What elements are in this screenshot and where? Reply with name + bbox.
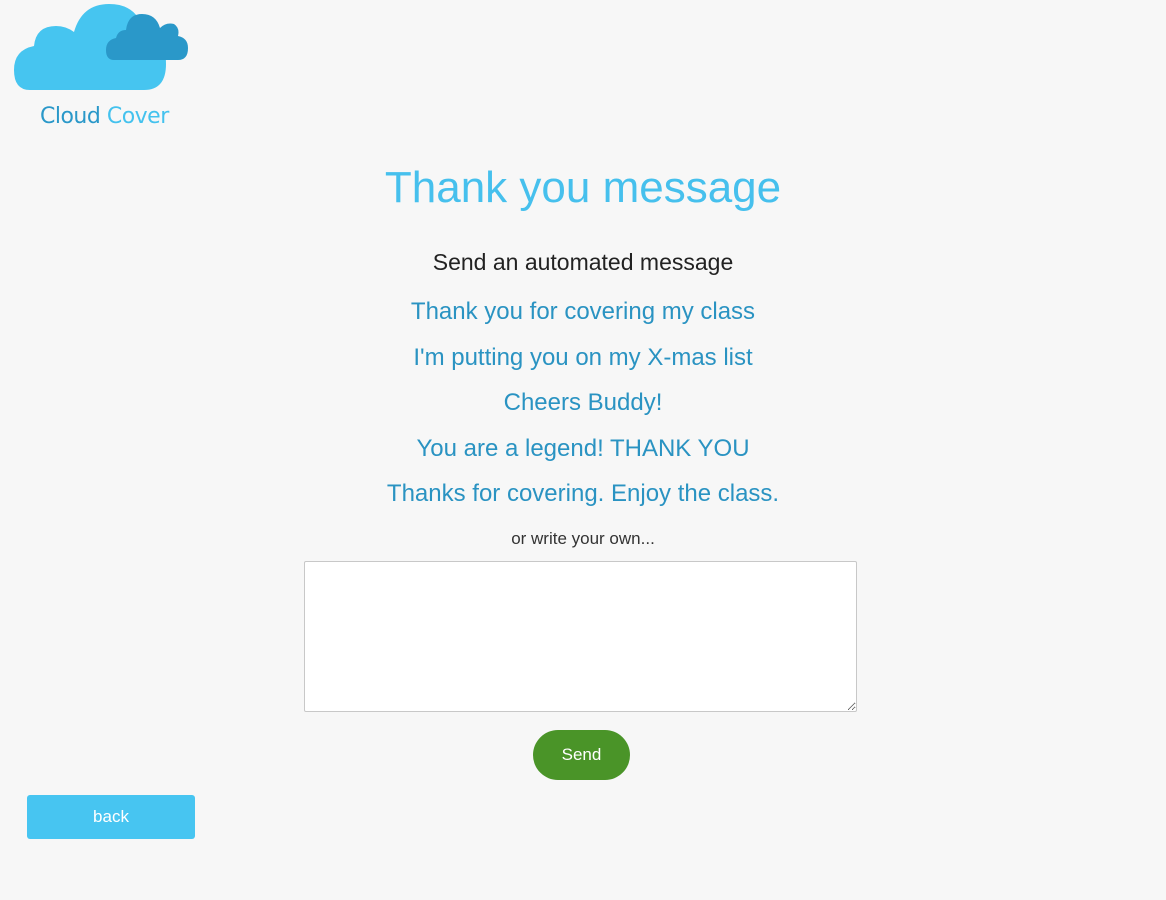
automated-message-list: Thank you for covering my class I'm putt… bbox=[0, 293, 1166, 521]
brand-word-cloud: Cloud bbox=[40, 104, 101, 129]
custom-message-textarea[interactable] bbox=[304, 561, 857, 712]
message-option: Thank you for covering my class bbox=[0, 293, 1166, 339]
message-option: You are a legend! THANK YOU bbox=[0, 430, 1166, 476]
message-option: I'm putting you on my X-mas list bbox=[0, 339, 1166, 385]
message-option-link[interactable]: Thanks for covering. Enjoy the class. bbox=[387, 480, 779, 507]
message-option-link[interactable]: Thank you for covering my class bbox=[411, 298, 755, 325]
message-option-link[interactable]: Cheers Buddy! bbox=[504, 389, 663, 416]
page-subtitle: Send an automated message bbox=[432, 249, 734, 275]
send-button[interactable]: Send bbox=[533, 730, 630, 780]
message-option-link[interactable]: I'm putting you on my X-mas list bbox=[413, 344, 752, 371]
brand-word-cover: Cover bbox=[106, 104, 169, 129]
brand-logo[interactable]: Cloud Cover bbox=[14, 4, 194, 134]
message-option: Thanks for covering. Enjoy the class. bbox=[0, 475, 1166, 521]
message-option-link[interactable]: You are a legend! THANK YOU bbox=[416, 435, 749, 462]
back-button[interactable]: back bbox=[27, 795, 195, 839]
message-option: Cheers Buddy! bbox=[0, 384, 1166, 430]
write-own-label: or write your own... bbox=[511, 529, 655, 548]
cloud-icon bbox=[14, 4, 188, 90]
brand-name: Cloud Cover bbox=[40, 104, 169, 129]
page-title: Thank you message bbox=[384, 163, 782, 212]
